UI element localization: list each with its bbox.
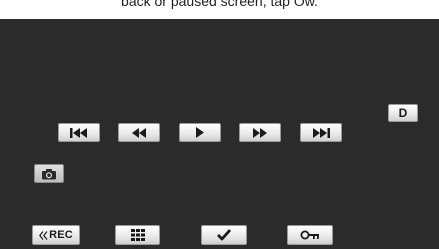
d-button[interactable]: D (388, 104, 418, 122)
rec-mode-button[interactable]: REC (32, 225, 80, 245)
d-button-label: D (398, 106, 408, 120)
playback-screen-figure: back or paused screen, tap Ow. D REC (0, 0, 439, 249)
skip-forward-icon (311, 127, 331, 138)
snapshot-button[interactable] (34, 164, 64, 183)
play-icon (195, 127, 205, 138)
select-check-button[interactable] (201, 225, 247, 245)
play-button[interactable] (179, 123, 221, 142)
instruction-caption: back or paused screen, tap Ow. (121, 0, 318, 9)
rewind-icon (131, 127, 147, 138)
rec-button-label: REC (49, 229, 73, 241)
rewind-button[interactable] (118, 123, 160, 142)
index-button[interactable] (115, 225, 160, 245)
skip-back-icon (69, 127, 89, 138)
index-grid-icon (130, 229, 145, 241)
key-protect-icon (300, 230, 320, 240)
skip-back-button[interactable] (58, 123, 100, 142)
lcd-screen: D REC (0, 19, 439, 249)
fast-forward-icon (252, 127, 268, 138)
camera-icon (41, 168, 57, 180)
checkmark-icon (217, 229, 231, 241)
protect-button[interactable] (287, 225, 333, 245)
fast-forward-button[interactable] (239, 123, 281, 142)
skip-forward-button[interactable] (300, 123, 342, 142)
double-chevron-left-icon (39, 230, 48, 240)
